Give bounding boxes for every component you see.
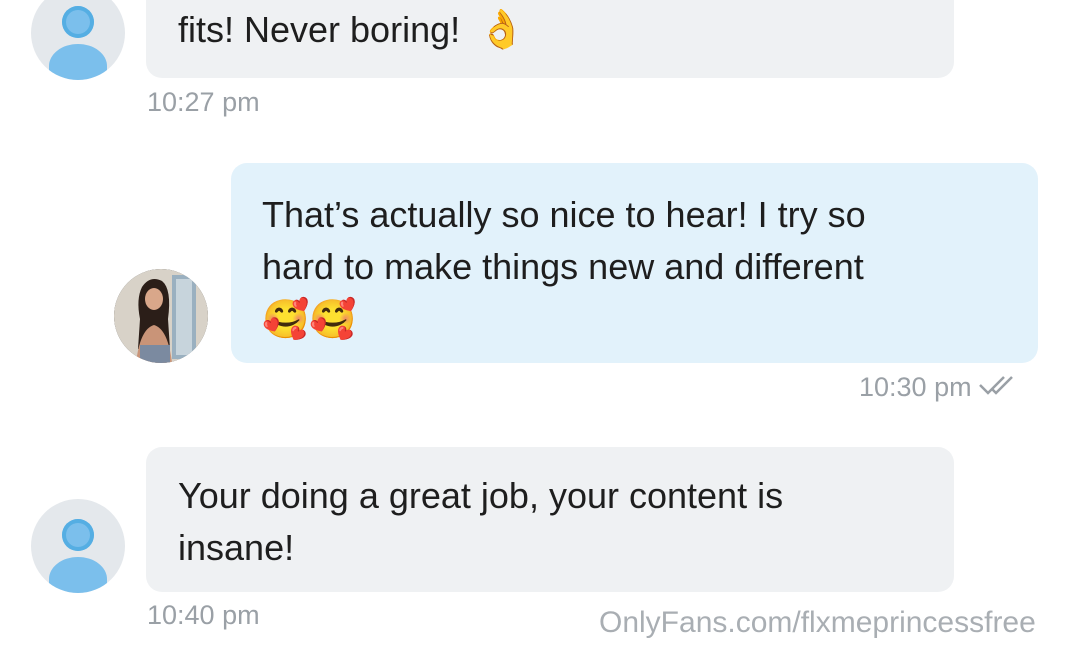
- double-check-icon: [978, 373, 1024, 404]
- smiling-face-with-hearts-emoji: 🥰🥰: [262, 297, 357, 341]
- fan-avatar[interactable]: [31, 499, 125, 593]
- ok-hand-emoji: 👌: [478, 7, 526, 51]
- message-timestamp: 10:30 pm: [859, 372, 972, 402]
- message-text-line: hard to make things new and different: [262, 246, 864, 287]
- watermark: OnlyFans.com/flxmeprincessfree: [599, 606, 1036, 639]
- message-timestamp: 10:27 pm: [147, 87, 260, 117]
- message-bubble-incoming[interactable]: Your doing a great job, your content is …: [146, 447, 954, 592]
- message-timestamp: 10:40 pm: [147, 600, 260, 630]
- message-bubble-outgoing[interactable]: That’s actually so nice to hear! I try s…: [231, 163, 1038, 363]
- creator-avatar[interactable]: [114, 269, 208, 363]
- message-text-line: That’s actually so nice to hear! I try s…: [262, 194, 866, 235]
- creator-photo: [114, 269, 208, 363]
- user-silhouette-icon: [62, 519, 94, 551]
- message-text: fits! Never boring!: [178, 9, 461, 50]
- message-timestamp-row: 10:30 pm: [859, 372, 1024, 404]
- chat-thread: fits! Never boring! 👌 10:27 pm That’s ac…: [0, 0, 1080, 652]
- message-text-line: insane!: [178, 527, 295, 568]
- message-text-line: Your doing a great job, your content is: [178, 475, 784, 516]
- user-silhouette-icon: [62, 6, 94, 38]
- fan-avatar[interactable]: [31, 0, 125, 80]
- message-bubble-incoming[interactable]: fits! Never boring! 👌: [146, 0, 954, 78]
